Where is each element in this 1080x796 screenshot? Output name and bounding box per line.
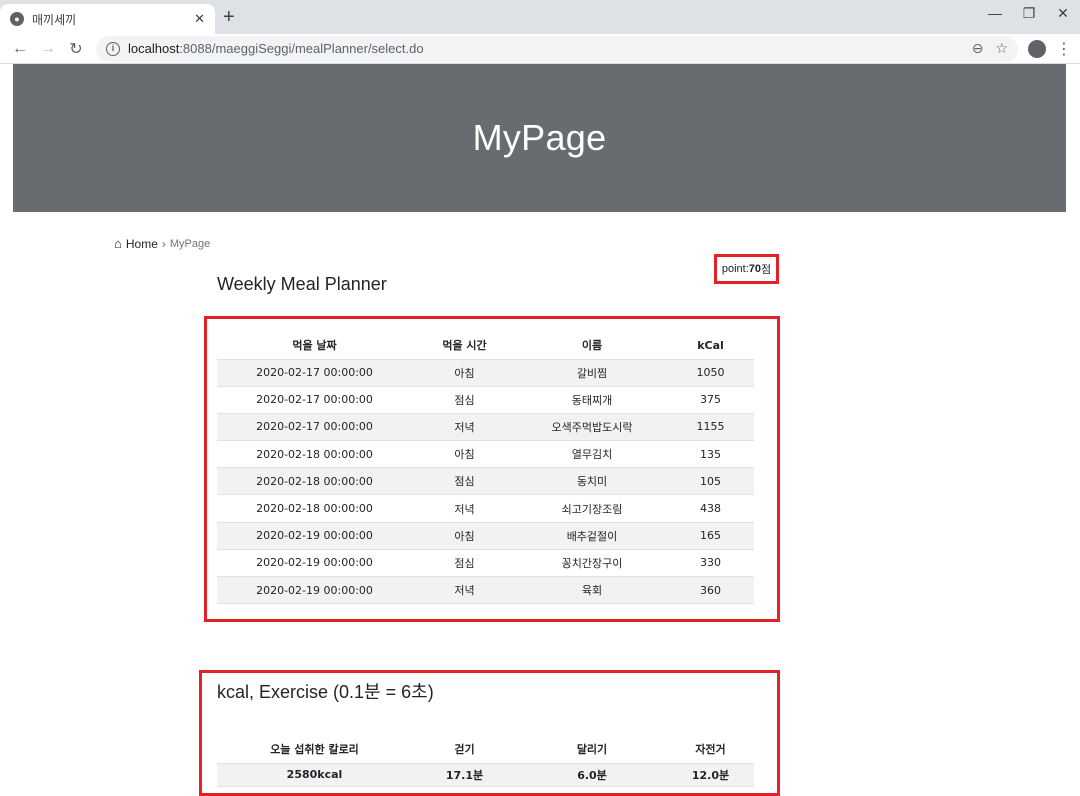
cell-kcal: 438	[667, 494, 754, 523]
exercise-table: 오늘 섭취한 칼로리 걷기 달리기 자전거 2580kcal 17.1분 6.0…	[217, 735, 754, 787]
cell-kcal: 1050	[667, 359, 754, 387]
back-icon[interactable]: ←	[8, 40, 32, 58]
meal-planner-title: Weekly Meal Planner	[217, 274, 387, 294]
window-controls: — ❐ ✕	[978, 0, 1080, 28]
col-name: 이름	[517, 332, 667, 360]
point-badge: point: 70 점	[714, 254, 779, 284]
cell-date: 2020-02-18 00:00:00	[217, 440, 412, 469]
cell-name: 배추겉절이	[517, 522, 667, 550]
point-value: 70	[748, 263, 762, 275]
point-suffix: 점	[761, 264, 772, 276]
home-icon[interactable]: ⌂	[114, 236, 122, 251]
new-tab-icon[interactable]: +	[223, 6, 235, 29]
table-row: 2020-02-17 00:00:00 저녁 오색주먹밥도시락 1155	[217, 413, 754, 442]
col-time: 먹을 시간	[412, 332, 517, 360]
url-field[interactable]: i localhost :8088/maeggiSeggi/mealPlanne…	[96, 35, 1018, 62]
minimize-icon[interactable]: —	[978, 0, 1012, 28]
forward-icon[interactable]: →	[36, 40, 60, 58]
col-cycling: 자전거	[667, 735, 754, 764]
url-path: :8088/maeggiSeggi/mealPlanner/select.do	[179, 41, 424, 56]
info-icon[interactable]: i	[106, 41, 120, 56]
cell-time: 아침	[412, 440, 517, 469]
cell-time: 점심	[412, 467, 517, 496]
cell-name: 열무김치	[517, 440, 667, 469]
cell-date: 2020-02-19 00:00:00	[217, 576, 412, 605]
table-row: 2020-02-17 00:00:00 아침 갈비찜 1050	[217, 359, 754, 387]
cell-kcal: 360	[667, 576, 754, 605]
page-header: MyPage	[13, 64, 1066, 212]
table-row: 2020-02-18 00:00:00 점심 동치미 105	[217, 467, 754, 496]
table-row: 2020-02-19 00:00:00 저녁 육회 360	[217, 576, 754, 605]
breadcrumb-home[interactable]: Home	[126, 237, 158, 251]
cell-date: 2020-02-18 00:00:00	[217, 494, 412, 523]
cell-calories: 2580kcal	[217, 763, 412, 787]
col-date: 먹을 날짜	[217, 332, 412, 360]
cell-name: 갈비찜	[517, 359, 667, 387]
cell-name: 꽁치간장구이	[517, 549, 667, 578]
cell-date: 2020-02-19 00:00:00	[217, 522, 412, 550]
table-row: 2020-02-18 00:00:00 아침 열무김치 135	[217, 440, 754, 469]
breadcrumb-current: MyPage	[169, 237, 211, 250]
page-content: MyPage ⌂ Home › MyPage point: 70 점 Weekly …	[0, 64, 1080, 796]
cell-time: 점심	[412, 549, 517, 578]
table-header-row: 먹을 날짜 먹을 시간 이름 kCal	[217, 332, 754, 360]
cell-kcal: 1155	[667, 413, 754, 442]
meal-planner-table: 먹을 날짜 먹을 시간 이름 kCal 2020-02-17 00:00:00 …	[217, 332, 754, 605]
cell-date: 2020-02-17 00:00:00	[217, 359, 412, 387]
col-calories: 오늘 섭취한 칼로리	[217, 735, 412, 764]
cell-kcal: 105	[667, 467, 754, 496]
cell-kcal: 135	[667, 440, 754, 469]
exercise-title: kcal, Exercise (0.1분 = 6초)	[217, 682, 434, 702]
cell-time: 저녁	[412, 413, 517, 442]
cell-cycling: 12.0분	[667, 763, 754, 787]
address-bar: ← → ↻ i localhost :8088/maeggiSeggi/meal…	[0, 34, 1080, 64]
cell-time: 저녁	[412, 494, 517, 523]
zoom-icon[interactable]: ⊖	[972, 40, 984, 57]
reload-icon[interactable]: ↻	[64, 39, 88, 59]
cell-date: 2020-02-19 00:00:00	[217, 549, 412, 578]
globe-icon: ●	[10, 12, 24, 26]
cell-date: 2020-02-17 00:00:00	[217, 386, 412, 414]
cell-kcal: 375	[667, 386, 754, 414]
table-row: 2580kcal 17.1분 6.0분 12.0분	[217, 763, 754, 787]
page-title: MyPage	[472, 117, 607, 158]
cell-name: 쇠고기장조림	[517, 494, 667, 523]
col-walking: 걷기	[412, 735, 517, 764]
table-row: 2020-02-18 00:00:00 저녁 쇠고기장조림 438	[217, 494, 754, 523]
table-row: 2020-02-17 00:00:00 점심 동태찌개 375	[217, 386, 754, 414]
cell-name: 오색주먹밥도시락	[517, 413, 667, 442]
table-row: 2020-02-19 00:00:00 점심 꽁치간장구이 330	[217, 549, 754, 578]
browser-tab-bar: ● 매끼세끼 ✕ + — ❐ ✕	[0, 0, 1080, 34]
cell-name: 동태찌개	[517, 386, 667, 414]
cell-date: 2020-02-18 00:00:00	[217, 467, 412, 496]
cell-time: 점심	[412, 386, 517, 414]
cell-date: 2020-02-17 00:00:00	[217, 413, 412, 442]
cell-kcal: 330	[667, 549, 754, 578]
col-running: 달리기	[517, 735, 667, 764]
window-close-icon[interactable]: ✕	[1046, 0, 1080, 28]
menu-icon[interactable]: ⋮	[1056, 39, 1072, 59]
breadcrumb: ⌂ Home › MyPage	[114, 236, 210, 251]
breadcrumb-separator: ›	[161, 236, 166, 251]
browser-tab[interactable]: ● 매끼세끼 ✕	[0, 4, 215, 34]
star-icon[interactable]: ☆	[995, 40, 1008, 57]
url-host: localhost	[128, 41, 180, 56]
cell-kcal: 165	[667, 522, 754, 550]
cell-walking: 17.1분	[412, 763, 517, 787]
close-icon[interactable]: ✕	[194, 11, 205, 27]
cell-running: 6.0분	[517, 763, 667, 787]
cell-name: 육회	[517, 576, 667, 605]
cell-time: 아침	[412, 359, 517, 387]
cell-name: 동치미	[517, 467, 667, 496]
cell-time: 저녁	[412, 576, 517, 605]
table-row: 2020-02-19 00:00:00 아침 배추겉절이 165	[217, 522, 754, 550]
table-header-row: 오늘 섭취한 칼로리 걷기 달리기 자전거	[217, 735, 754, 764]
cell-time: 아침	[412, 522, 517, 550]
profile-icon[interactable]	[1028, 39, 1046, 58]
col-kcal: kCal	[667, 332, 754, 360]
restore-icon[interactable]: ❐	[1012, 0, 1046, 28]
point-prefix: point:	[721, 263, 749, 275]
tab-title: 매끼세끼	[32, 12, 77, 27]
